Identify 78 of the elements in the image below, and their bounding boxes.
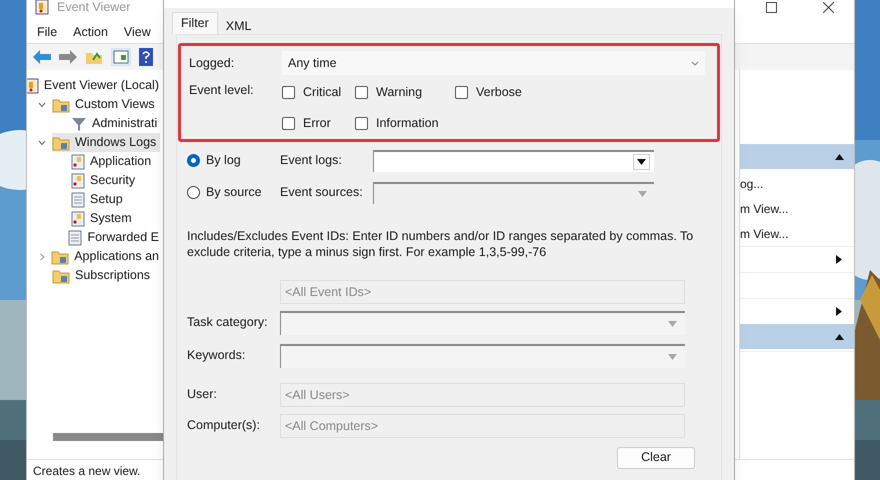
description-text: Includes/Excludes Event IDs: Enter ID numbers and/or ID ranges separated by commas. To exclude criteria, type a minus sign first. For example 1,3,5-99,-76 bbox=[187, 228, 694, 260]
text-field[interactable]: <All Users> bbox=[280, 382, 685, 406]
field-label: Keywords: bbox=[187, 347, 246, 364]
tree-item[interactable]: Custom Views bbox=[52, 95, 159, 114]
pane-link[interactable]: og... bbox=[740, 174, 764, 192]
tree-item[interactable]: Forwarded E bbox=[68, 228, 163, 247]
dropdown-field[interactable] bbox=[280, 310, 685, 334]
tree-item[interactable]: Event Viewer (Local) bbox=[27, 76, 163, 95]
menu-item[interactable]: File bbox=[37, 22, 58, 42]
checkbox[interactable] bbox=[455, 86, 468, 99]
window-title: Event Viewer bbox=[57, 0, 130, 16]
radio-button[interactable] bbox=[187, 154, 200, 167]
field-label: Event sources: bbox=[280, 184, 364, 202]
menu-item[interactable]: Action bbox=[73, 22, 108, 42]
tab[interactable]: Filter bbox=[172, 12, 218, 34]
dropdown-arrow-icon[interactable] bbox=[637, 158, 646, 164]
close-icon[interactable] bbox=[823, 2, 834, 12]
folder-icon bbox=[52, 268, 70, 284]
log-icon bbox=[71, 154, 85, 170]
radio-label: By log bbox=[206, 152, 241, 170]
log-icon bbox=[68, 230, 82, 246]
log-icon bbox=[71, 172, 85, 188]
log-icon bbox=[71, 192, 85, 208]
back-arrow-icon[interactable] bbox=[33, 50, 51, 64]
tree-item[interactable]: Applications an bbox=[51, 247, 163, 266]
logged-dropdown[interactable]: Any time bbox=[282, 51, 705, 75]
tree-item[interactable]: System bbox=[71, 209, 136, 228]
tree-item[interactable]: Administrati bbox=[71, 114, 162, 133]
text-field[interactable]: <All Computers> bbox=[280, 414, 685, 438]
tree-item[interactable]: Security bbox=[71, 171, 140, 190]
collapse-icon[interactable] bbox=[835, 154, 844, 160]
radio-label: By source bbox=[206, 184, 262, 202]
chevron-down-icon[interactable] bbox=[38, 138, 46, 146]
event-ids-field[interactable]: <All Event IDs> bbox=[280, 280, 685, 304]
chevron-right-icon[interactable] bbox=[38, 252, 46, 260]
checkbox-label: Error bbox=[303, 114, 331, 132]
checkbox-label: Critical bbox=[303, 84, 342, 101]
chevron-down-icon[interactable] bbox=[38, 100, 46, 108]
event-viewer-icon bbox=[35, 0, 49, 15]
chevron-down-icon[interactable] bbox=[691, 60, 699, 66]
dropdown-field[interactable] bbox=[373, 150, 654, 172]
status-text: Creates a new view. bbox=[33, 462, 140, 480]
pane-link[interactable]: m View... bbox=[740, 200, 788, 218]
panel-icon[interactable] bbox=[111, 48, 131, 66]
field-label: User: bbox=[187, 386, 218, 404]
dropdown-field[interactable] bbox=[280, 344, 685, 368]
maximize-icon[interactable] bbox=[766, 2, 777, 12]
tree-item[interactable]: Setup bbox=[71, 190, 127, 209]
checkbox-label: Warning bbox=[376, 84, 422, 101]
checkbox[interactable] bbox=[355, 116, 368, 130]
checkbox[interactable] bbox=[282, 86, 295, 99]
help-icon[interactable] bbox=[139, 48, 153, 66]
folder-icon bbox=[51, 248, 70, 264]
forward-arrow-icon[interactable] bbox=[59, 50, 77, 64]
collapse-icon[interactable] bbox=[835, 334, 844, 340]
pane-link[interactable]: m View... bbox=[740, 224, 788, 242]
tab[interactable]: XML bbox=[218, 12, 260, 34]
folder-icon bbox=[52, 96, 70, 112]
field-label: Logged: bbox=[189, 54, 236, 72]
event-viewer-icon bbox=[27, 78, 39, 94]
field-label: Event level: bbox=[189, 82, 255, 99]
checkbox[interactable] bbox=[355, 86, 368, 99]
tree-item[interactable]: Windows Logs bbox=[52, 133, 160, 152]
field-label: Task category: bbox=[187, 314, 269, 332]
field-label: Computer(s): bbox=[187, 417, 261, 434]
log-icon bbox=[71, 210, 85, 226]
checkbox-label: Information bbox=[376, 114, 439, 132]
tree-item[interactable]: Subscriptions bbox=[52, 266, 154, 285]
checkbox-label: Verbose bbox=[476, 84, 522, 101]
submenu-arrow-icon[interactable] bbox=[836, 307, 842, 316]
clear-button[interactable]: Clear bbox=[617, 446, 695, 468]
checkbox[interactable] bbox=[282, 116, 295, 130]
tree-item[interactable]: Application bbox=[71, 152, 156, 171]
submenu-arrow-icon[interactable] bbox=[836, 255, 842, 264]
folder-icon bbox=[52, 134, 70, 150]
menu-item[interactable]: View bbox=[124, 22, 151, 42]
scrollbar[interactable] bbox=[53, 433, 163, 441]
field-label: Event logs: bbox=[280, 152, 343, 170]
